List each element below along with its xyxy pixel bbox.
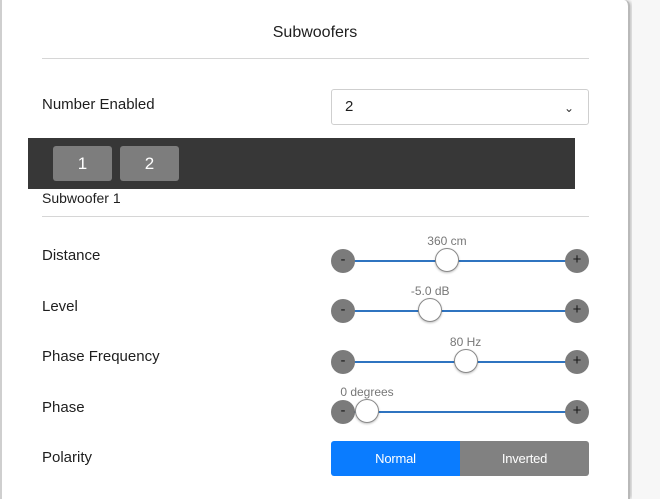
distance-value: 360 cm: [427, 234, 467, 248]
polarity-label: Polarity: [42, 449, 93, 466]
distance-decrease-button[interactable]: -: [331, 249, 355, 273]
tab-subwoofer-1[interactable]: 1: [53, 146, 112, 181]
level-increase-button[interactable]: +: [565, 299, 589, 323]
section-divider: [42, 216, 589, 217]
number-enabled-select[interactable]: 2 ⌄: [331, 89, 589, 125]
distance-increase-button[interactable]: +: [565, 249, 589, 273]
phase-decrease-button[interactable]: -: [331, 400, 355, 424]
subwoofer-tab-bar: 1 2: [28, 138, 575, 189]
title-divider: [42, 58, 589, 59]
phase-frequency-thumb[interactable]: [453, 349, 478, 373]
phase-label: Phase: [42, 399, 85, 416]
phase-value: 0 degrees: [340, 385, 394, 399]
phase-increase-button[interactable]: +: [565, 400, 589, 424]
distance-slider[interactable]: - + 360 cm: [331, 234, 589, 274]
polarity-inverted-button[interactable]: Inverted: [460, 441, 589, 476]
polarity-toggle[interactable]: Normal Inverted: [331, 441, 589, 476]
phase-slider[interactable]: - + 0 degrees: [331, 385, 589, 425]
phase-frequency-value: 80 Hz: [449, 335, 482, 349]
chevron-down-icon: ⌄: [563, 101, 574, 115]
level-slider[interactable]: - + -5.0 dB: [331, 284, 589, 324]
window-left-edge: [0, 0, 2, 499]
number-enabled-value: 2: [345, 98, 354, 115]
dialog-title: Subwoofers: [272, 24, 358, 41]
level-value: -5.0 dB: [410, 284, 450, 298]
background-strip: [632, 0, 660, 499]
level-track[interactable]: [343, 310, 577, 312]
phase-frequency-decrease-button[interactable]: -: [331, 350, 355, 374]
distance-thumb[interactable]: [434, 248, 459, 272]
level-thumb[interactable]: [418, 298, 443, 322]
level-decrease-button[interactable]: -: [331, 299, 355, 323]
level-label: Level: [42, 298, 78, 315]
section-title: Subwoofer 1: [42, 190, 121, 206]
phase-frequency-increase-button[interactable]: +: [565, 350, 589, 374]
polarity-normal-button[interactable]: Normal: [331, 441, 460, 476]
phase-frequency-label: Phase Frequency: [42, 348, 160, 365]
distance-track[interactable]: [343, 260, 577, 262]
subwoofers-dialog: Subwoofers Number Enabled 2 ⌄ 1 2 Subwoo…: [0, 0, 630, 499]
tab-subwoofer-2[interactable]: 2: [120, 146, 179, 181]
phase-thumb[interactable]: [355, 399, 379, 423]
phase-frequency-slider[interactable]: - + 80 Hz: [331, 335, 589, 375]
number-enabled-label: Number Enabled: [42, 96, 155, 113]
distance-label: Distance: [42, 247, 101, 264]
